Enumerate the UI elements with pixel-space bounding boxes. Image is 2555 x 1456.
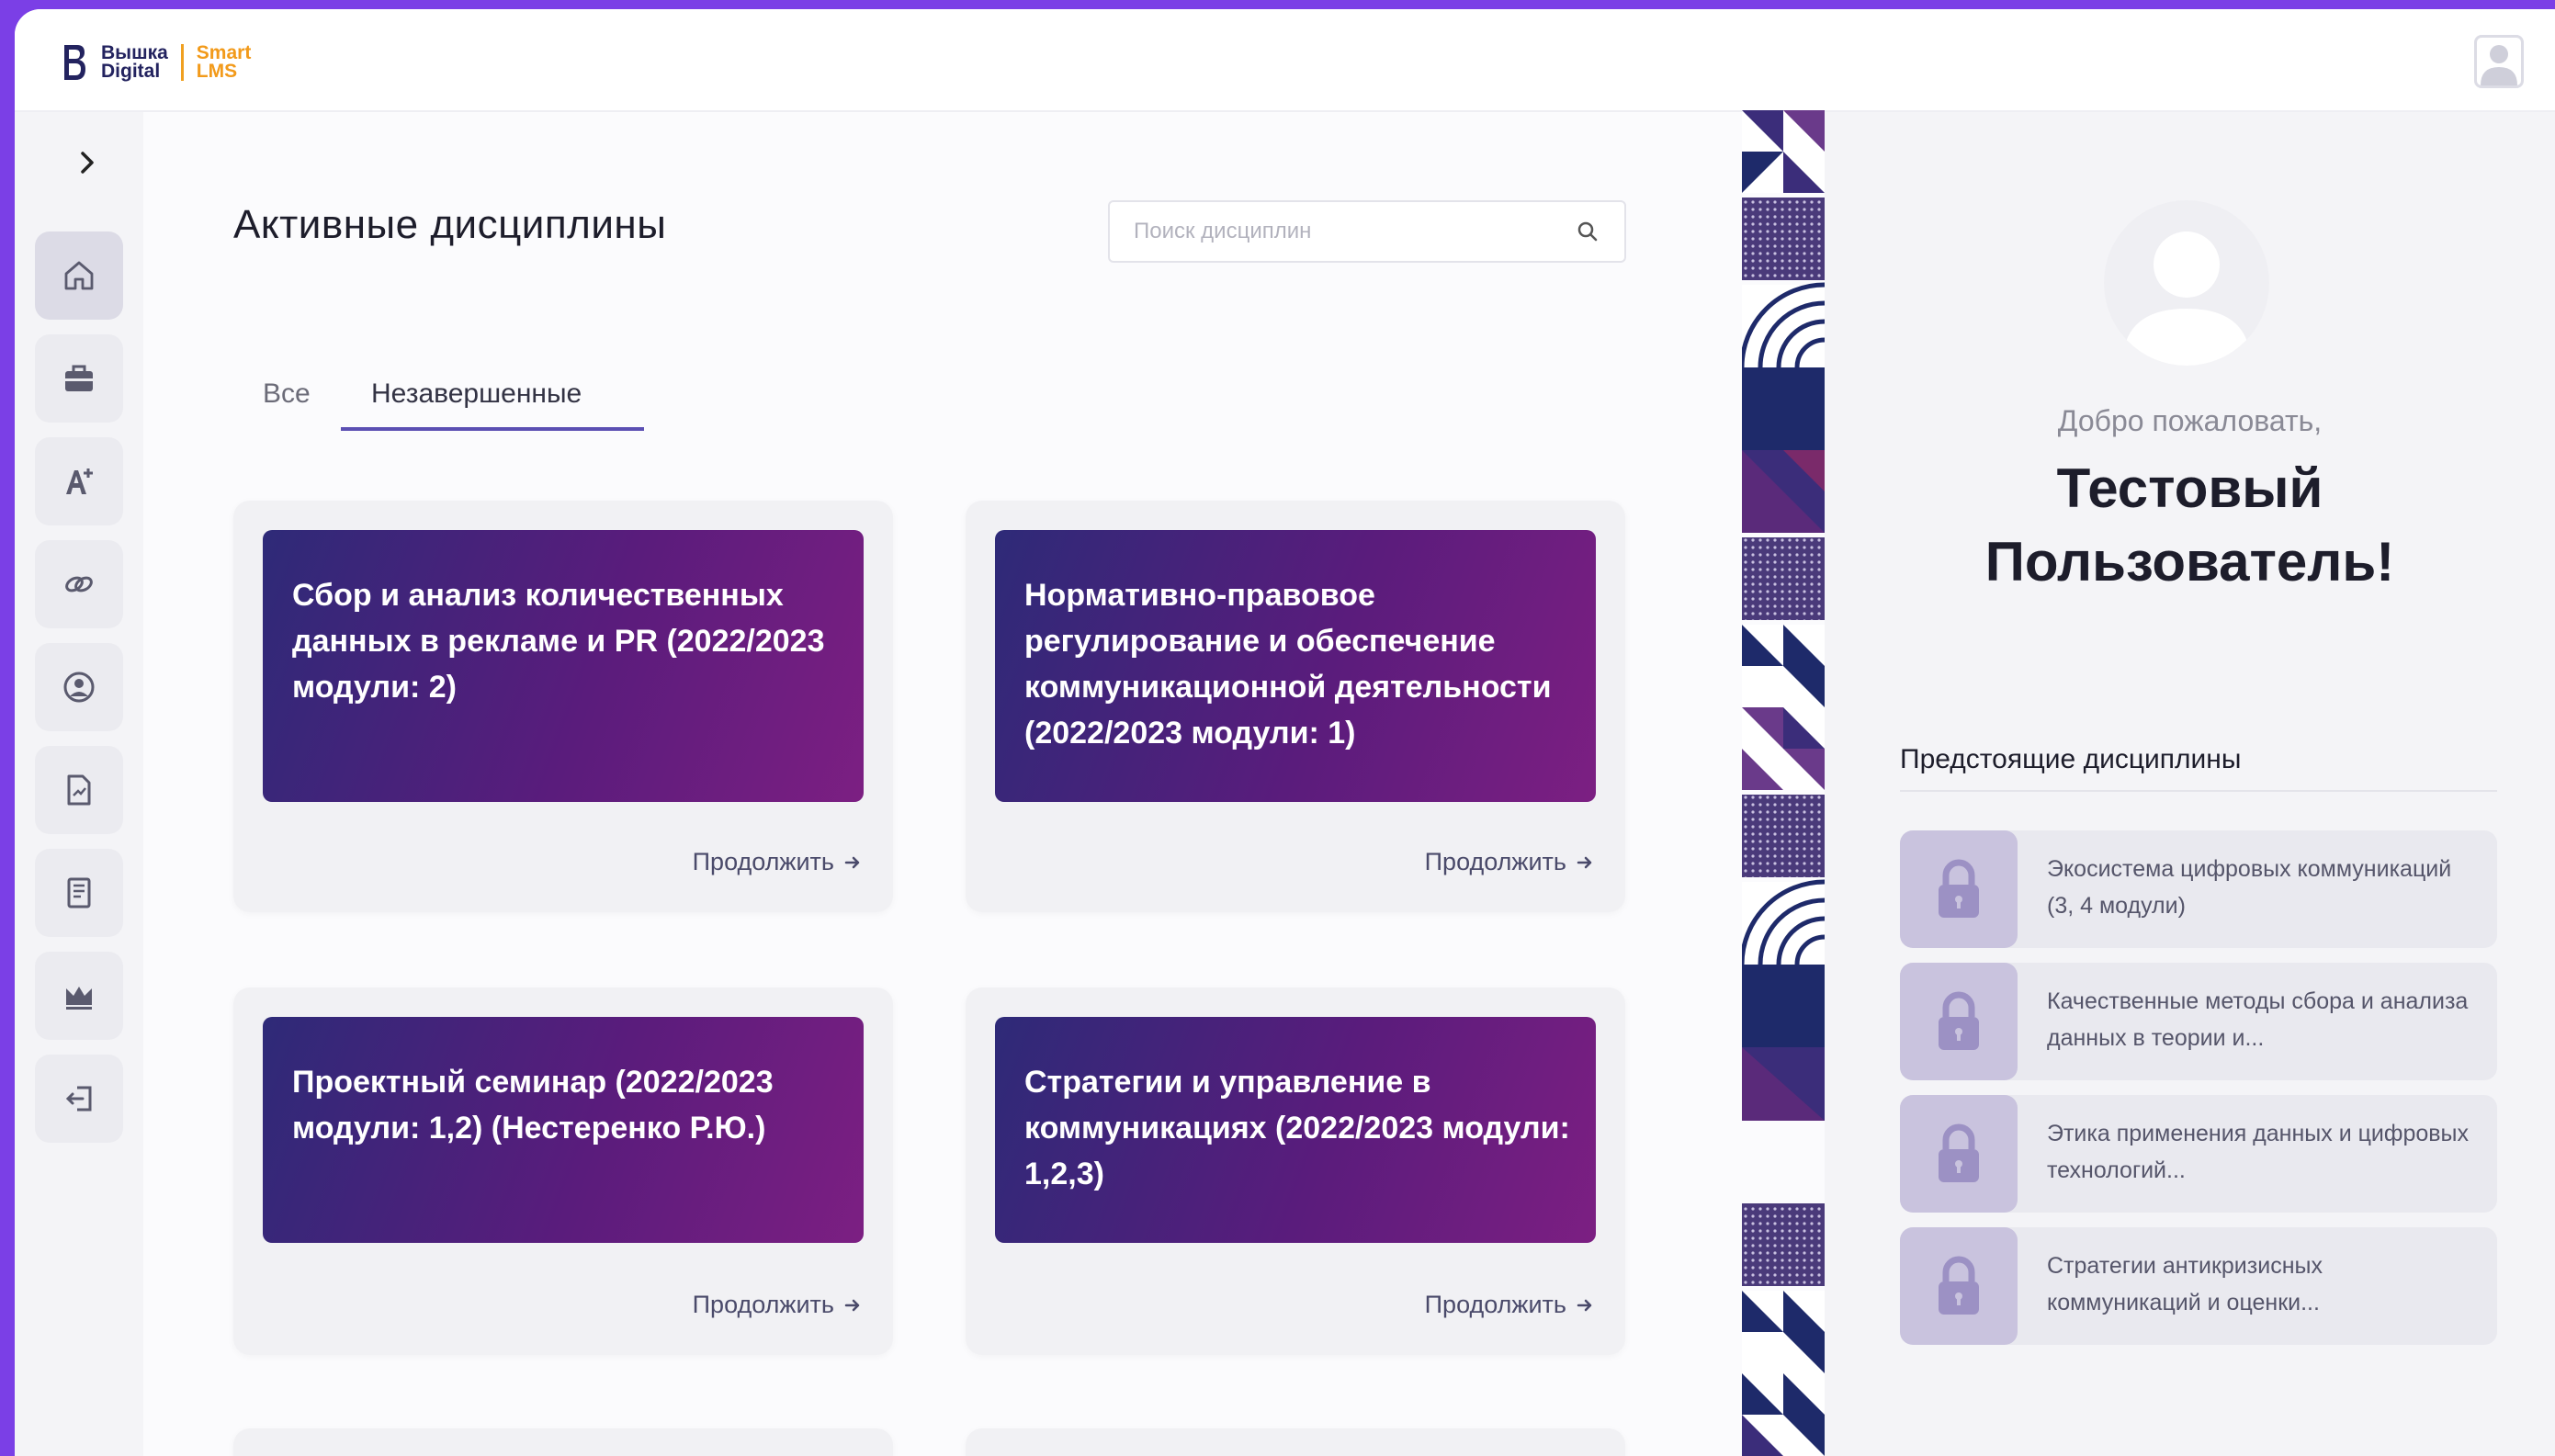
arrow-right-icon bbox=[844, 856, 860, 868]
document-icon bbox=[67, 774, 91, 806]
grade-icon bbox=[66, 468, 93, 494]
course-banner[interactable]: Стратегии и управление в коммуникациях (… bbox=[995, 1017, 1596, 1243]
continue-label: Продолжить bbox=[692, 1291, 834, 1318]
top-bar: Вышка Digital Smart LMS bbox=[15, 9, 2555, 112]
course-card-partial[interactable] bbox=[966, 1428, 1625, 1456]
course-title: Стратегии и управление в коммуникациях (… bbox=[1024, 1065, 1570, 1191]
user-name: Тестовый Пользователь! bbox=[1984, 457, 2395, 593]
continue-link[interactable]: Продолжить bbox=[693, 848, 862, 876]
course-card[interactable]: Проектный семинар (2022/2023 модули: 1,2… bbox=[233, 988, 893, 1355]
logout-icon bbox=[65, 1086, 92, 1112]
continue-label: Продолжить bbox=[1424, 1291, 1566, 1318]
page-title: Активные дисциплины bbox=[233, 202, 667, 247]
lock-tile bbox=[1900, 1227, 2018, 1345]
sidebar-item-home[interactable] bbox=[35, 231, 123, 320]
continue-label: Продолжить bbox=[692, 848, 834, 875]
user-avatar-button[interactable] bbox=[2474, 35, 2524, 88]
course-banner[interactable]: Нормативно-правовое регулирование и обес… bbox=[995, 530, 1596, 802]
lock-icon bbox=[1939, 859, 1979, 918]
profile-panel: Добро пожаловать, Тестовый Пользователь!… bbox=[1825, 112, 2555, 1456]
brand-logo[interactable]: Вышка Digital Smart LMS bbox=[61, 35, 251, 90]
upcoming-item[interactable]: Стратегии антикризисных коммуникаций и о… bbox=[1900, 1227, 2497, 1345]
decorative-pattern bbox=[1742, 110, 1825, 1456]
continue-link[interactable]: Продолжить bbox=[1425, 1291, 1594, 1319]
sidebar-item-logout[interactable] bbox=[35, 1055, 123, 1143]
user-icon bbox=[2122, 231, 2251, 366]
sidebar-item-achievements[interactable] bbox=[35, 952, 123, 1040]
course-card[interactable]: Стратегии и управление в коммуникациях (… bbox=[966, 988, 1625, 1355]
course-card-partial[interactable] bbox=[233, 1428, 893, 1456]
course-card[interactable]: Сбор и анализ количественных данных в ре… bbox=[233, 501, 893, 912]
upcoming-item[interactable]: Качественные методы сбора и анализа данн… bbox=[1900, 963, 2497, 1080]
crown-icon bbox=[66, 987, 92, 1010]
arrow-right-icon bbox=[1577, 856, 1592, 868]
active-tab-indicator bbox=[341, 427, 644, 431]
search-input[interactable] bbox=[1132, 215, 1558, 248]
lock-icon bbox=[1939, 991, 1979, 1050]
sidebar-expand-button[interactable] bbox=[73, 149, 101, 176]
profile-icon bbox=[63, 672, 95, 703]
lock-tile bbox=[1900, 1095, 2018, 1213]
upcoming-item-title: Стратегии антикризисных коммуникаций и о… bbox=[2047, 1253, 2323, 1315]
sidebar-item-profile[interactable] bbox=[35, 643, 123, 731]
sidebar-item-documents[interactable] bbox=[35, 746, 123, 834]
tab-all[interactable]: Все bbox=[263, 378, 311, 410]
upcoming-item-title: Этика применения данных и цифровых техно… bbox=[2047, 1121, 2470, 1183]
continue-link[interactable]: Продолжить bbox=[693, 1291, 862, 1319]
sidebar bbox=[15, 112, 143, 1456]
sidebar-item-grades[interactable] bbox=[35, 437, 123, 525]
app-window: Вышка Digital Smart LMS Активные дисципл… bbox=[15, 9, 2555, 1456]
upcoming-item-title: Качественные методы сбора и анализа данн… bbox=[2047, 988, 2469, 1051]
hse-logo-icon bbox=[64, 45, 85, 80]
profile-avatar[interactable] bbox=[2104, 200, 2269, 366]
chevron-right-icon bbox=[81, 152, 94, 174]
lock-tile bbox=[1900, 830, 2018, 948]
briefcase-icon bbox=[65, 365, 93, 391]
course-title: Сбор и анализ количественных данных в ре… bbox=[292, 578, 825, 705]
lock-tile bbox=[1900, 963, 2018, 1080]
lock-icon bbox=[1939, 1256, 1979, 1315]
arrow-right-icon bbox=[1577, 1299, 1592, 1311]
continue-label: Продолжить bbox=[1424, 848, 1566, 875]
home-icon bbox=[64, 261, 94, 290]
upcoming-item[interactable]: Этика применения данных и цифровых техно… bbox=[1900, 1095, 2497, 1213]
upcoming-item[interactable]: Экосистема цифровых коммуникаций (3, 4 м… bbox=[1900, 830, 2497, 948]
lock-icon bbox=[1939, 1123, 1979, 1182]
sidebar-item-links[interactable] bbox=[35, 540, 123, 628]
welcome-text: Добро пожаловать, bbox=[2057, 404, 2323, 437]
upcoming-item-title: Экосистема цифровых коммуникаций (3, 4 м… bbox=[2047, 856, 2452, 919]
user-icon bbox=[2481, 45, 2517, 85]
course-title: Проектный семинар (2022/2023 модули: 1,2… bbox=[292, 1065, 774, 1146]
search-box[interactable] bbox=[1108, 200, 1626, 263]
course-banner[interactable]: Проектный семинар (2022/2023 модули: 1,2… bbox=[263, 1017, 864, 1243]
sidebar-item-library[interactable] bbox=[35, 849, 123, 937]
divider bbox=[1900, 790, 2497, 792]
brand-product: Smart LMS bbox=[196, 42, 252, 82]
sidebar-item-portfolio[interactable] bbox=[35, 334, 123, 423]
continue-link[interactable]: Продолжить bbox=[1425, 848, 1594, 876]
brand-name: Вышка Digital bbox=[101, 42, 168, 82]
course-card[interactable]: Нормативно-правовое регулирование и обес… bbox=[966, 501, 1625, 912]
course-title: Нормативно-правовое регулирование и обес… bbox=[1024, 578, 1552, 751]
search-icon[interactable] bbox=[1577, 220, 1599, 243]
book-icon bbox=[67, 877, 91, 909]
course-banner[interactable]: Сбор и анализ количественных данных в ре… bbox=[263, 530, 864, 802]
arrow-right-icon bbox=[844, 1299, 860, 1311]
link-icon bbox=[65, 576, 93, 593]
upcoming-title: Предстоящие дисциплины bbox=[1900, 744, 2242, 774]
brand-separator bbox=[180, 44, 184, 81]
tab-unfinished[interactable]: Незавершенные bbox=[371, 378, 582, 410]
